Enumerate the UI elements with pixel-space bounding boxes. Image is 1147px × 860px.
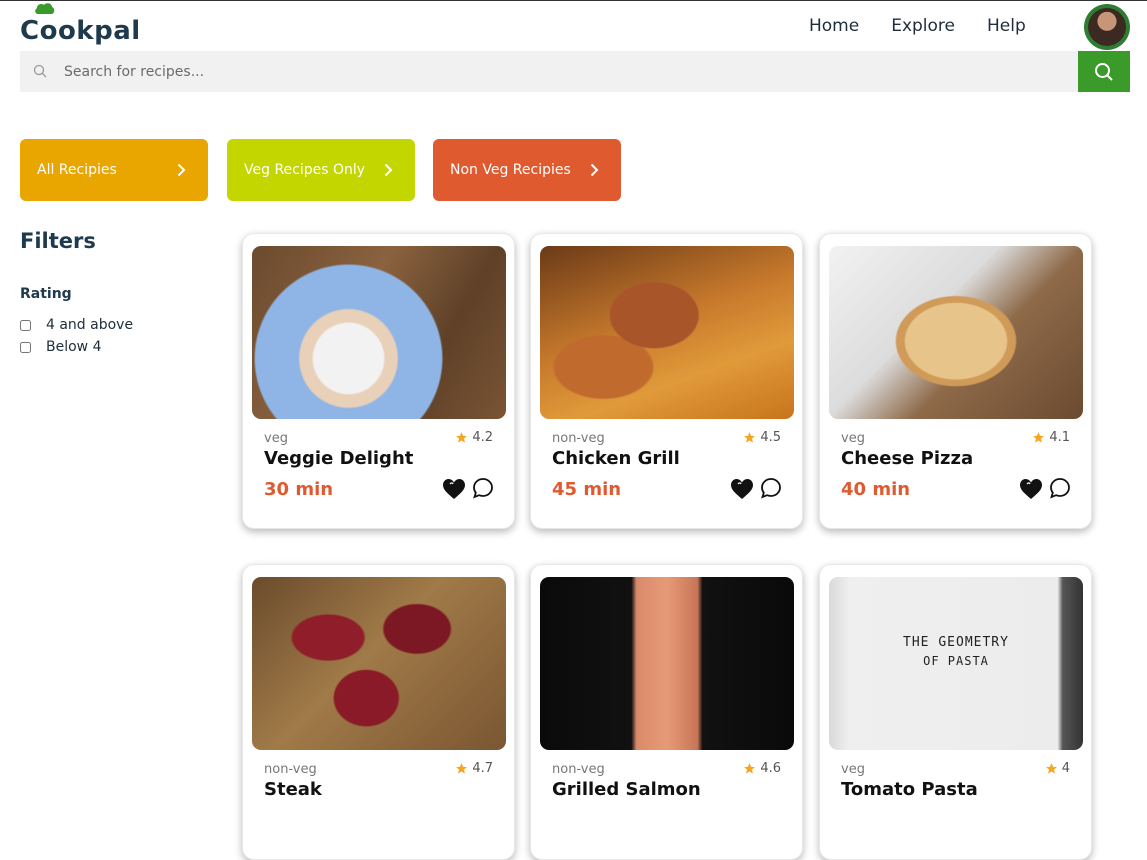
recipe-tag: veg [841,431,865,446]
category-veg-button[interactable]: Veg Recipes Only [227,139,415,201]
chef-hat-icon [35,3,55,14]
chevron-right-icon [384,163,393,177]
heart-icon[interactable] [442,478,466,500]
category-non-veg-button[interactable]: Non Veg Recipies [433,139,621,201]
user-avatar[interactable] [1084,4,1130,50]
search-icon [1095,62,1113,81]
recipe-image [252,246,506,419]
recipe-card[interactable]: non-veg 4.7 Steak [242,564,515,860]
heart-icon[interactable] [730,478,754,500]
main-nav: Home Explore Help [809,16,1058,36]
logo-text: Cookpal [20,16,141,46]
comment-icon[interactable] [1049,477,1071,499]
nav-home[interactable]: Home [809,16,859,36]
category-label: Veg Recipes Only [244,162,366,178]
rating-value: 4 [1061,761,1070,776]
recipe-time: 45 min [552,479,622,500]
rating-value: 4.7 [472,761,493,776]
recipe-title: Steak [264,779,322,800]
avatar-photo [1088,8,1126,46]
filter-option-below-4[interactable]: Below 4 [20,339,101,355]
recipe-title: Veggie Delight [264,448,414,469]
recipe-title: Cheese Pizza [841,448,974,469]
top-border [0,0,1147,1]
rating-checkbox[interactable] [20,341,31,353]
star-icon [744,763,756,774]
recipe-image [540,246,794,419]
recipe-tag: non-veg [552,762,605,777]
recipe-card[interactable]: veg 4.2 Veggie Delight 30 min [242,233,515,529]
filter-option-label: Below 4 [46,339,102,355]
recipe-tag: veg [264,431,288,446]
recipe-image: THE GEOMETRY OF PASTA [829,577,1083,750]
book-title-line-1: THE GEOMETRY [903,635,1009,650]
book-title-line-2: OF PASTA [923,654,989,668]
nav-explore[interactable]: Explore [891,16,955,36]
heart-icon[interactable] [1019,478,1043,500]
search-input[interactable] [64,56,964,87]
rating-value: 4.2 [472,430,493,445]
recipe-rating: 4.7 [455,761,493,776]
category-all-recipes-button[interactable]: All Recipies [20,139,208,201]
rating-value: 4.6 [760,761,781,776]
star-icon [1033,432,1045,443]
recipe-image [540,577,794,750]
star-icon [456,432,468,443]
recipe-image [829,246,1083,419]
filter-option-4-and-above[interactable]: 4 and above [20,317,133,333]
recipe-rating: 4.1 [1032,430,1070,445]
cookpal-logo[interactable]: Cookpal [20,3,141,46]
recipe-rating: 4 [1045,761,1070,776]
recipe-card[interactable]: non-veg 4.5 Chicken Grill 45 min [530,233,803,529]
search-bar [20,51,1078,92]
star-icon [456,763,468,774]
comment-icon[interactable] [472,477,494,499]
recipe-card[interactable]: veg 4.1 Cheese Pizza 40 min [819,233,1092,529]
category-label: All Recipies [37,162,117,178]
rating-value: 4.5 [760,430,781,445]
comment-icon[interactable] [760,477,782,499]
search-button[interactable] [1078,51,1130,92]
recipe-time: 40 min [841,479,911,500]
recipe-title: Tomato Pasta [841,779,978,800]
recipe-title: Grilled Salmon [552,779,701,800]
nav-help[interactable]: Help [987,16,1026,36]
search-icon [33,64,47,78]
recipe-rating: 4.2 [455,430,493,445]
chevron-right-icon [590,163,599,177]
recipe-tag: non-veg [552,431,605,446]
star-icon [744,432,756,443]
rating-checkbox[interactable] [20,319,31,331]
recipe-image [252,577,506,750]
recipe-card[interactable]: THE GEOMETRY OF PASTA veg 4 Tomato Pasta [819,564,1092,860]
filters-heading: Filters [20,229,96,253]
recipe-rating: 4.5 [743,430,781,445]
recipe-rating: 4.6 [743,761,781,776]
recipe-tag: veg [841,762,865,777]
star-icon [1045,763,1057,774]
recipe-tag: non-veg [264,762,317,777]
rating-filter-heading: Rating [20,286,72,302]
filter-option-label: 4 and above [46,317,134,333]
recipe-card[interactable]: non-veg 4.6 Grilled Salmon [530,564,803,860]
chevron-right-icon [177,163,186,177]
recipe-time: 30 min [264,479,334,500]
category-label: Non Veg Recipies [450,162,571,178]
recipe-title: Chicken Grill [552,448,680,469]
rating-value: 4.1 [1049,430,1070,445]
